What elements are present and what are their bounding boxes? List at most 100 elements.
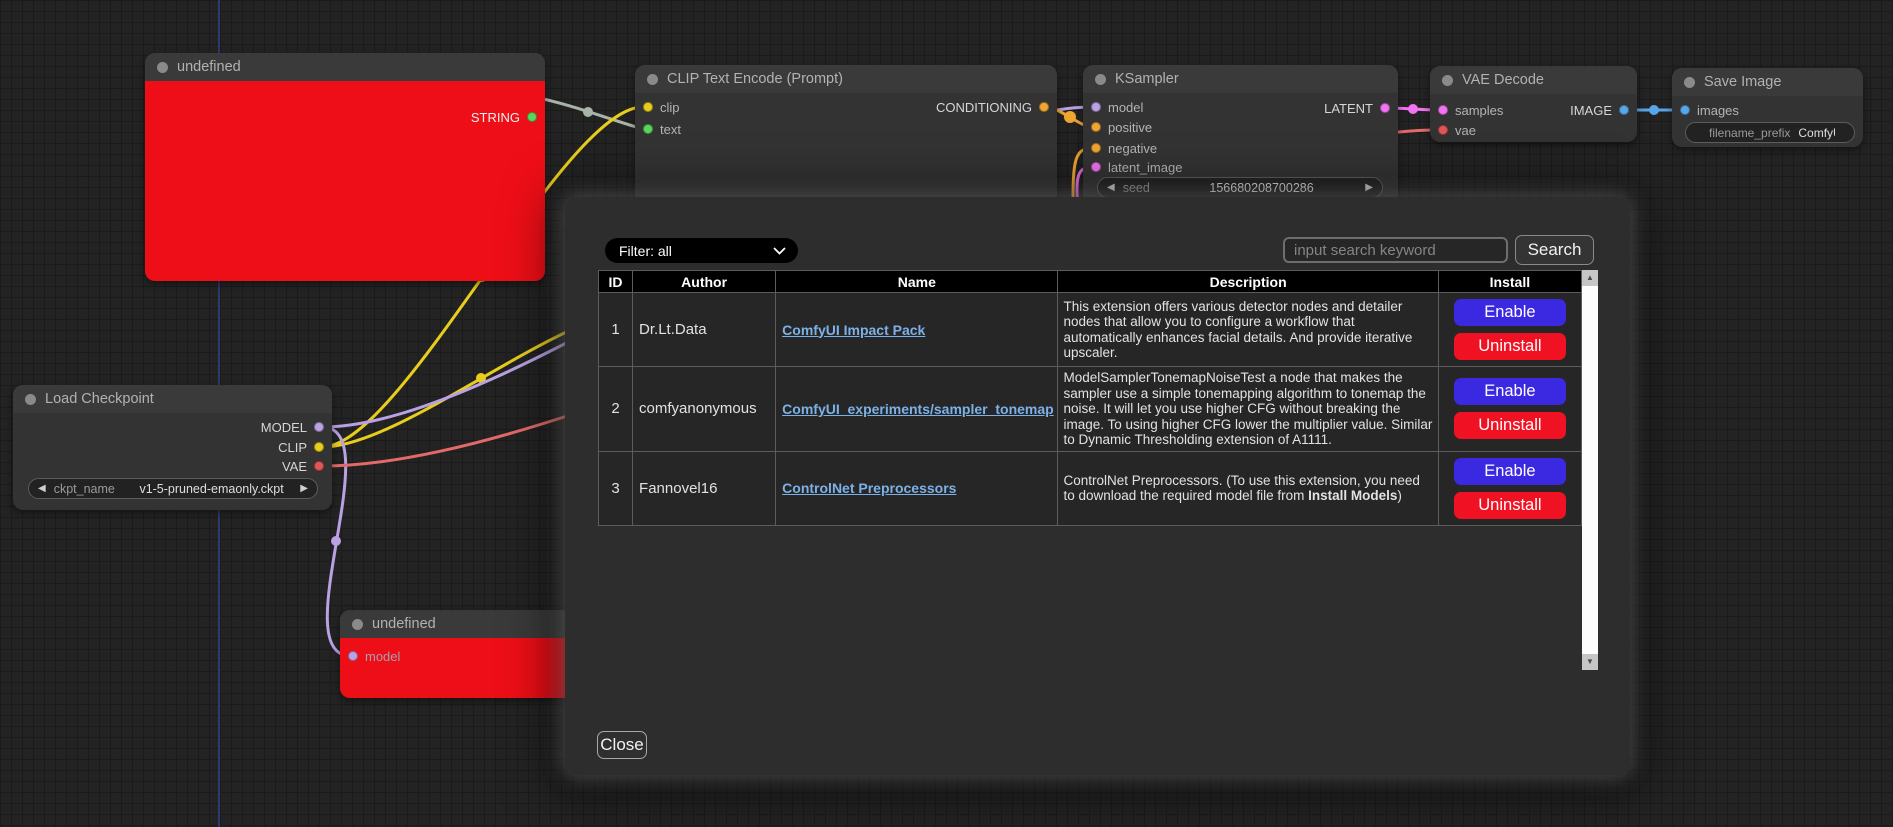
node-title-bar[interactable]: CLIP Text Encode (Prompt) <box>635 65 1057 93</box>
collapse-dot-icon[interactable] <box>1095 74 1106 85</box>
filename-prefix-value: ComfyUI <box>1798 126 1835 140</box>
slot-dot-positive[interactable] <box>1091 122 1101 132</box>
input-slot-positive[interactable]: positive <box>1091 120 1152 134</box>
slot-dot-images[interactable] <box>1680 105 1690 115</box>
node-title-bar[interactable]: VAE Decode <box>1430 66 1637 94</box>
enable-button[interactable]: Enable <box>1454 378 1566 405</box>
uninstall-button[interactable]: Uninstall <box>1454 412 1566 439</box>
output-slot-model[interactable]: MODEL <box>261 420 324 434</box>
slot-dot-samples[interactable] <box>1438 105 1448 115</box>
cell-id: 2 <box>599 367 633 452</box>
wire-midpoint-dot <box>1064 111 1076 123</box>
table-row: 2comfyanonymousComfyUI_experiments/sampl… <box>599 367 1582 452</box>
slot-dot-model[interactable] <box>314 422 324 432</box>
increment-arrow-icon[interactable]: ▶ <box>1365 183 1373 193</box>
input-slot-images[interactable]: images <box>1680 103 1739 117</box>
slot-dot-latent-image[interactable] <box>1091 162 1101 172</box>
search-button[interactable]: Search <box>1515 235 1594 265</box>
slot-dot-model[interactable] <box>348 651 358 661</box>
decrement-arrow-icon[interactable]: ◀ <box>1107 183 1115 193</box>
slot-dot-text[interactable] <box>643 124 653 134</box>
uninstall-button[interactable]: Uninstall <box>1454 492 1566 519</box>
ckpt-name-value: v1-5-pruned-emaonly.ckpt <box>123 482 300 496</box>
filename-prefix-widget[interactable]: filename_prefix ComfyUI <box>1685 122 1855 143</box>
ckpt-name-widget[interactable]: ◀ ckpt_name v1-5-pruned-emaonly.ckpt ▶ <box>28 478 318 499</box>
prev-arrow-icon[interactable]: ◀ <box>38 484 46 494</box>
scroll-up-icon[interactable]: ▲ <box>1582 270 1598 286</box>
slot-dot-latent[interactable] <box>1380 103 1390 113</box>
node-title-bar[interactable]: KSampler <box>1083 65 1398 93</box>
cell-name: ControlNet Preprocessors <box>776 451 1058 525</box>
node-body: samples vae IMAGE <box>1430 94 1637 142</box>
node-save-image[interactable]: Save Image images filename_prefix ComfyU… <box>1672 68 1863 147</box>
input-slot-model[interactable]: model <box>348 649 400 663</box>
description-text: ) <box>1397 488 1402 503</box>
output-slot-string[interactable]: STRING <box>471 110 537 124</box>
scrollbar[interactable]: ▲ ▼ <box>1582 270 1598 670</box>
chevron-down-icon <box>773 247 786 255</box>
output-slot-clip[interactable]: CLIP <box>278 440 324 454</box>
seed-widget[interactable]: ◀ seed 156680208700286 ▶ <box>1097 177 1383 198</box>
node-title-bar[interactable]: undefined <box>145 53 545 81</box>
table-row: 3Fannovel16ControlNet PreprocessorsContr… <box>599 451 1582 525</box>
node-vae-decode[interactable]: VAE Decode samples vae IMAGE <box>1430 66 1637 142</box>
collapse-dot-icon[interactable] <box>352 619 363 630</box>
output-slot-image[interactable]: IMAGE <box>1570 103 1629 117</box>
extensions-table: ID Author Name Description Install 1Dr.L… <box>598 270 1582 526</box>
table-row: 1Dr.Lt.DataComfyUI Impact PackThis exten… <box>599 293 1582 367</box>
enable-button[interactable]: Enable <box>1454 299 1566 326</box>
output-slot-conditioning[interactable]: CONDITIONING <box>936 100 1049 114</box>
input-slot-vae[interactable]: vae <box>1438 123 1476 137</box>
slot-dot-negative[interactable] <box>1091 143 1101 153</box>
close-button[interactable]: Close <box>597 731 647 759</box>
node-title-bar[interactable]: Save Image <box>1672 68 1863 96</box>
description-text: ModelSamplerTonemapNoiseTest a node that… <box>1063 370 1432 447</box>
slot-dot-clip[interactable] <box>314 442 324 452</box>
description-text: Install Models <box>1308 488 1397 503</box>
slot-dot-conditioning[interactable] <box>1039 102 1049 112</box>
node-ksampler[interactable]: KSampler model positive negative latent_… <box>1083 65 1398 205</box>
enable-button[interactable]: Enable <box>1454 458 1566 485</box>
scroll-down-icon[interactable]: ▼ <box>1582 654 1598 670</box>
slot-dot-model[interactable] <box>1091 102 1101 112</box>
next-arrow-icon[interactable]: ▶ <box>300 484 308 494</box>
comfyui-canvas[interactable]: undefined STRING CLIP Text Encode (Promp… <box>0 0 1893 827</box>
input-slot-clip[interactable]: clip <box>643 100 680 114</box>
slot-dot-image[interactable] <box>1619 105 1629 115</box>
node-title-bar[interactable]: Load Checkpoint <box>13 385 332 413</box>
wire-midpoint-dot <box>583 107 593 117</box>
output-slot-vae[interactable]: VAE <box>282 459 324 473</box>
slot-dot-string[interactable] <box>527 112 537 122</box>
search-input[interactable] <box>1283 237 1508 263</box>
slot-dot-vae[interactable] <box>1438 125 1448 135</box>
collapse-dot-icon[interactable] <box>25 394 36 405</box>
node-load-checkpoint[interactable]: Load Checkpoint MODEL CLIP VAE ◀ ckpt_na… <box>13 385 332 510</box>
output-slot-latent[interactable]: LATENT <box>1324 101 1390 115</box>
slot-dot-clip[interactable] <box>643 102 653 112</box>
node-title: Save Image <box>1704 74 1781 90</box>
extension-link[interactable]: ComfyUI_experiments/sampler_tonemap <box>782 401 1054 417</box>
filter-select[interactable]: Filter: all <box>605 238 798 263</box>
cell-description: This extension offers various detector n… <box>1058 293 1438 367</box>
node-body: images filename_prefix ComfyUI <box>1672 96 1863 147</box>
input-slot-model[interactable]: model <box>1091 100 1143 114</box>
cell-description: ModelSamplerTonemapNoiseTest a node that… <box>1058 367 1438 452</box>
input-slot-samples[interactable]: samples <box>1438 103 1503 117</box>
collapse-dot-icon[interactable] <box>1442 75 1453 86</box>
slot-dot-vae[interactable] <box>314 461 324 471</box>
collapse-dot-icon[interactable] <box>647 74 658 85</box>
input-slot-text[interactable]: text <box>643 122 681 136</box>
extension-link[interactable]: ComfyUI Impact Pack <box>782 322 925 338</box>
node-clip-text-encode[interactable]: CLIP Text Encode (Prompt) clip text COND… <box>635 65 1057 200</box>
collapse-dot-icon[interactable] <box>1684 77 1695 88</box>
uninstall-button[interactable]: Uninstall <box>1454 333 1566 360</box>
extensions-table-body: 1Dr.Lt.DataComfyUI Impact PackThis exten… <box>599 293 1582 526</box>
scrollbar-track[interactable] <box>1582 286 1598 654</box>
input-slot-latent-image[interactable]: latent_image <box>1091 160 1182 174</box>
collapse-dot-icon[interactable] <box>157 62 168 73</box>
cell-description: ControlNet Preprocessors. (To use this e… <box>1058 451 1438 525</box>
node-undefined-top[interactable]: undefined STRING <box>145 53 545 281</box>
extension-link[interactable]: ControlNet Preprocessors <box>782 480 956 496</box>
wire-midpoint-dot <box>1408 104 1418 114</box>
input-slot-negative[interactable]: negative <box>1091 141 1157 155</box>
